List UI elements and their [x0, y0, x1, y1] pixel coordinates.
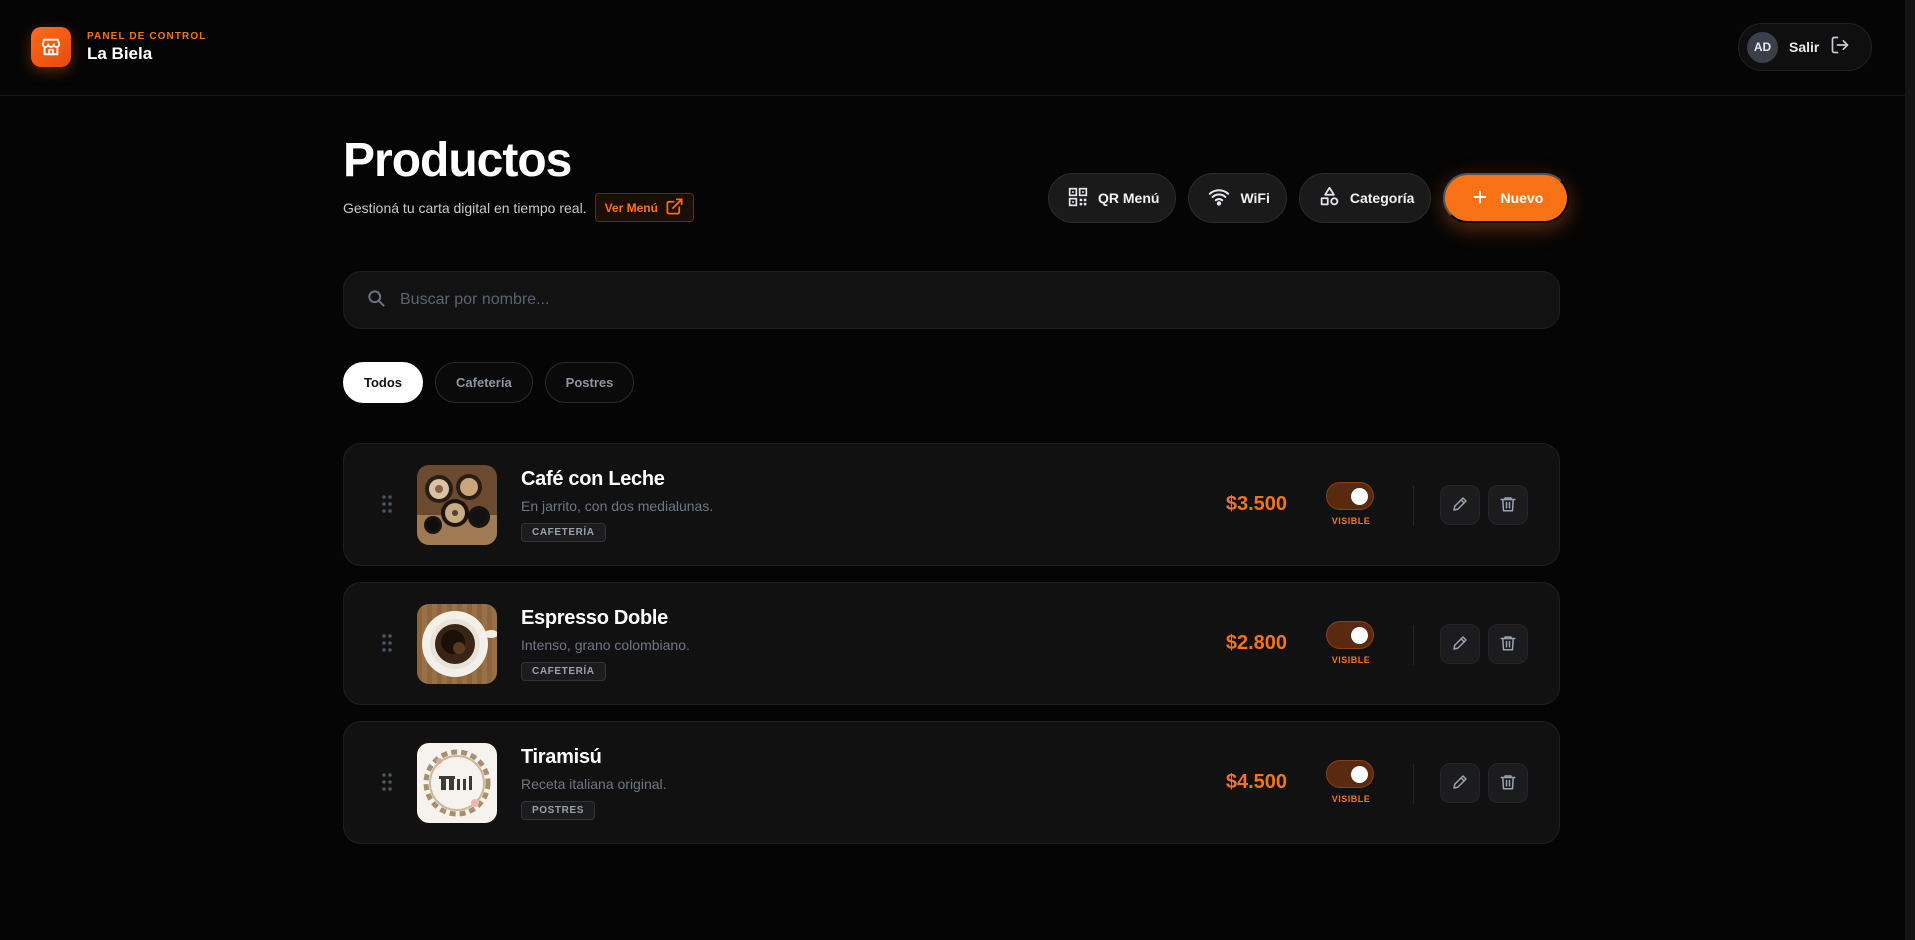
edit-button[interactable]: [1440, 763, 1480, 803]
trash-icon: [1499, 773, 1517, 794]
drag-handle-icon[interactable]: [381, 772, 393, 797]
product-price: $2.800: [1225, 632, 1287, 654]
brand-eyebrow: PANEL DE CONTROL: [87, 30, 207, 42]
user-menu[interactable]: AD Salir: [1738, 23, 1872, 71]
category-badge: POSTRES: [521, 801, 595, 820]
logout-label[interactable]: Salir: [1789, 39, 1819, 55]
product-image: [417, 465, 497, 545]
brand-text: PANEL DE CONTROL La Biela: [87, 31, 206, 64]
filter-chip-postres[interactable]: Postres: [544, 362, 635, 403]
category-button[interactable]: Categoría: [1298, 173, 1432, 223]
qr-code-icon: [1068, 187, 1088, 210]
header-actions: QR Menú WiFi Categoría Nuevo: [1048, 173, 1570, 223]
view-menu-link[interactable]: Ver Menú: [594, 193, 694, 222]
pencil-icon: [1451, 495, 1469, 516]
trash-icon: [1499, 634, 1517, 655]
pencil-icon: [1451, 634, 1469, 655]
top-bar: PANEL DE CONTROL La Biela AD Salir: [0, 0, 1905, 96]
new-product-label: Nuevo: [1500, 190, 1544, 206]
divider: [1413, 764, 1414, 804]
category-badge: CAFETERÍA: [521, 662, 606, 681]
scrollbar[interactable]: [1905, 0, 1915, 940]
visibility-label: VISIBLE: [1331, 655, 1371, 665]
wifi-icon: [1208, 186, 1230, 211]
page: PANEL DE CONTROL La Biela AD Salir Produ…: [0, 0, 1915, 940]
product-description: Intenso, grano colombiano.: [521, 637, 690, 653]
business-name: La Biela: [87, 43, 153, 63]
external-link-icon: [665, 197, 684, 219]
divider: [1413, 486, 1414, 526]
category-filters: Todos Cafetería Postres: [343, 362, 635, 403]
product-card: Café con Leche En jarrito, con dos media…: [343, 443, 1560, 566]
store-icon: [31, 27, 71, 67]
delete-button[interactable]: [1488, 485, 1528, 525]
toggle-knob: [1351, 766, 1368, 783]
plus-icon: [1472, 189, 1488, 208]
wifi-label: WiFi: [1240, 190, 1270, 206]
toggle-knob: [1351, 488, 1368, 505]
page-title: Productos: [343, 134, 572, 187]
product-price: $4.500: [1225, 771, 1287, 793]
product-description: Receta italiana original.: [521, 776, 667, 792]
visibility-label: VISIBLE: [1331, 794, 1371, 804]
filter-chip-cafeteria[interactable]: Cafetería: [435, 362, 533, 403]
subtitle-row: Gestioná tu carta digital en tiempo real…: [343, 193, 694, 222]
filter-chip-todos[interactable]: Todos: [343, 362, 424, 403]
category-badge: CAFETERÍA: [521, 523, 606, 542]
logout-icon[interactable]: [1830, 35, 1850, 60]
edit-button[interactable]: [1440, 485, 1480, 525]
avatar: AD: [1747, 31, 1778, 63]
divider: [1413, 625, 1414, 665]
view-menu-label: Ver Menú: [604, 200, 658, 215]
product-list: Café con Leche En jarrito, con dos media…: [343, 443, 1560, 860]
product-image: [417, 604, 497, 684]
product-name: Tiramisú: [521, 746, 602, 768]
product-price: $3.500: [1225, 493, 1287, 515]
visibility-label: VISIBLE: [1331, 516, 1371, 526]
delete-button[interactable]: [1488, 763, 1528, 803]
pencil-icon: [1451, 773, 1469, 794]
product-image: [417, 743, 497, 823]
visibility-toggle[interactable]: [1326, 760, 1374, 788]
product-card: Tiramisú Receta italiana original. POSTR…: [343, 721, 1560, 844]
product-name: Café con Leche: [521, 468, 665, 490]
search-icon: [366, 288, 386, 313]
delete-button[interactable]: [1488, 624, 1528, 664]
edit-button[interactable]: [1440, 624, 1480, 664]
toggle-knob: [1351, 627, 1368, 644]
visibility-toggle[interactable]: [1326, 621, 1374, 649]
product-description: En jarrito, con dos medialunas.: [521, 498, 714, 514]
shapes-icon: [1319, 186, 1340, 210]
search-input[interactable]: [400, 291, 1500, 309]
new-product-button[interactable]: Nuevo: [1443, 173, 1570, 223]
page-subtitle: Gestioná tu carta digital en tiempo real…: [343, 199, 587, 216]
product-card: Espresso Doble Intenso, grano colombiano…: [343, 582, 1560, 705]
drag-handle-icon[interactable]: [381, 494, 393, 519]
brand: PANEL DE CONTROL La Biela: [31, 27, 206, 67]
drag-handle-icon[interactable]: [381, 633, 393, 658]
visibility-toggle[interactable]: [1326, 482, 1374, 510]
wifi-button[interactable]: WiFi: [1188, 173, 1287, 223]
qr-menu-button[interactable]: QR Menú: [1048, 173, 1177, 223]
category-label: Categoría: [1349, 190, 1415, 206]
search-bar[interactable]: [343, 271, 1560, 329]
trash-icon: [1499, 495, 1517, 516]
qr-menu-label: QR Menú: [1098, 190, 1160, 206]
product-name: Espresso Doble: [521, 607, 668, 629]
